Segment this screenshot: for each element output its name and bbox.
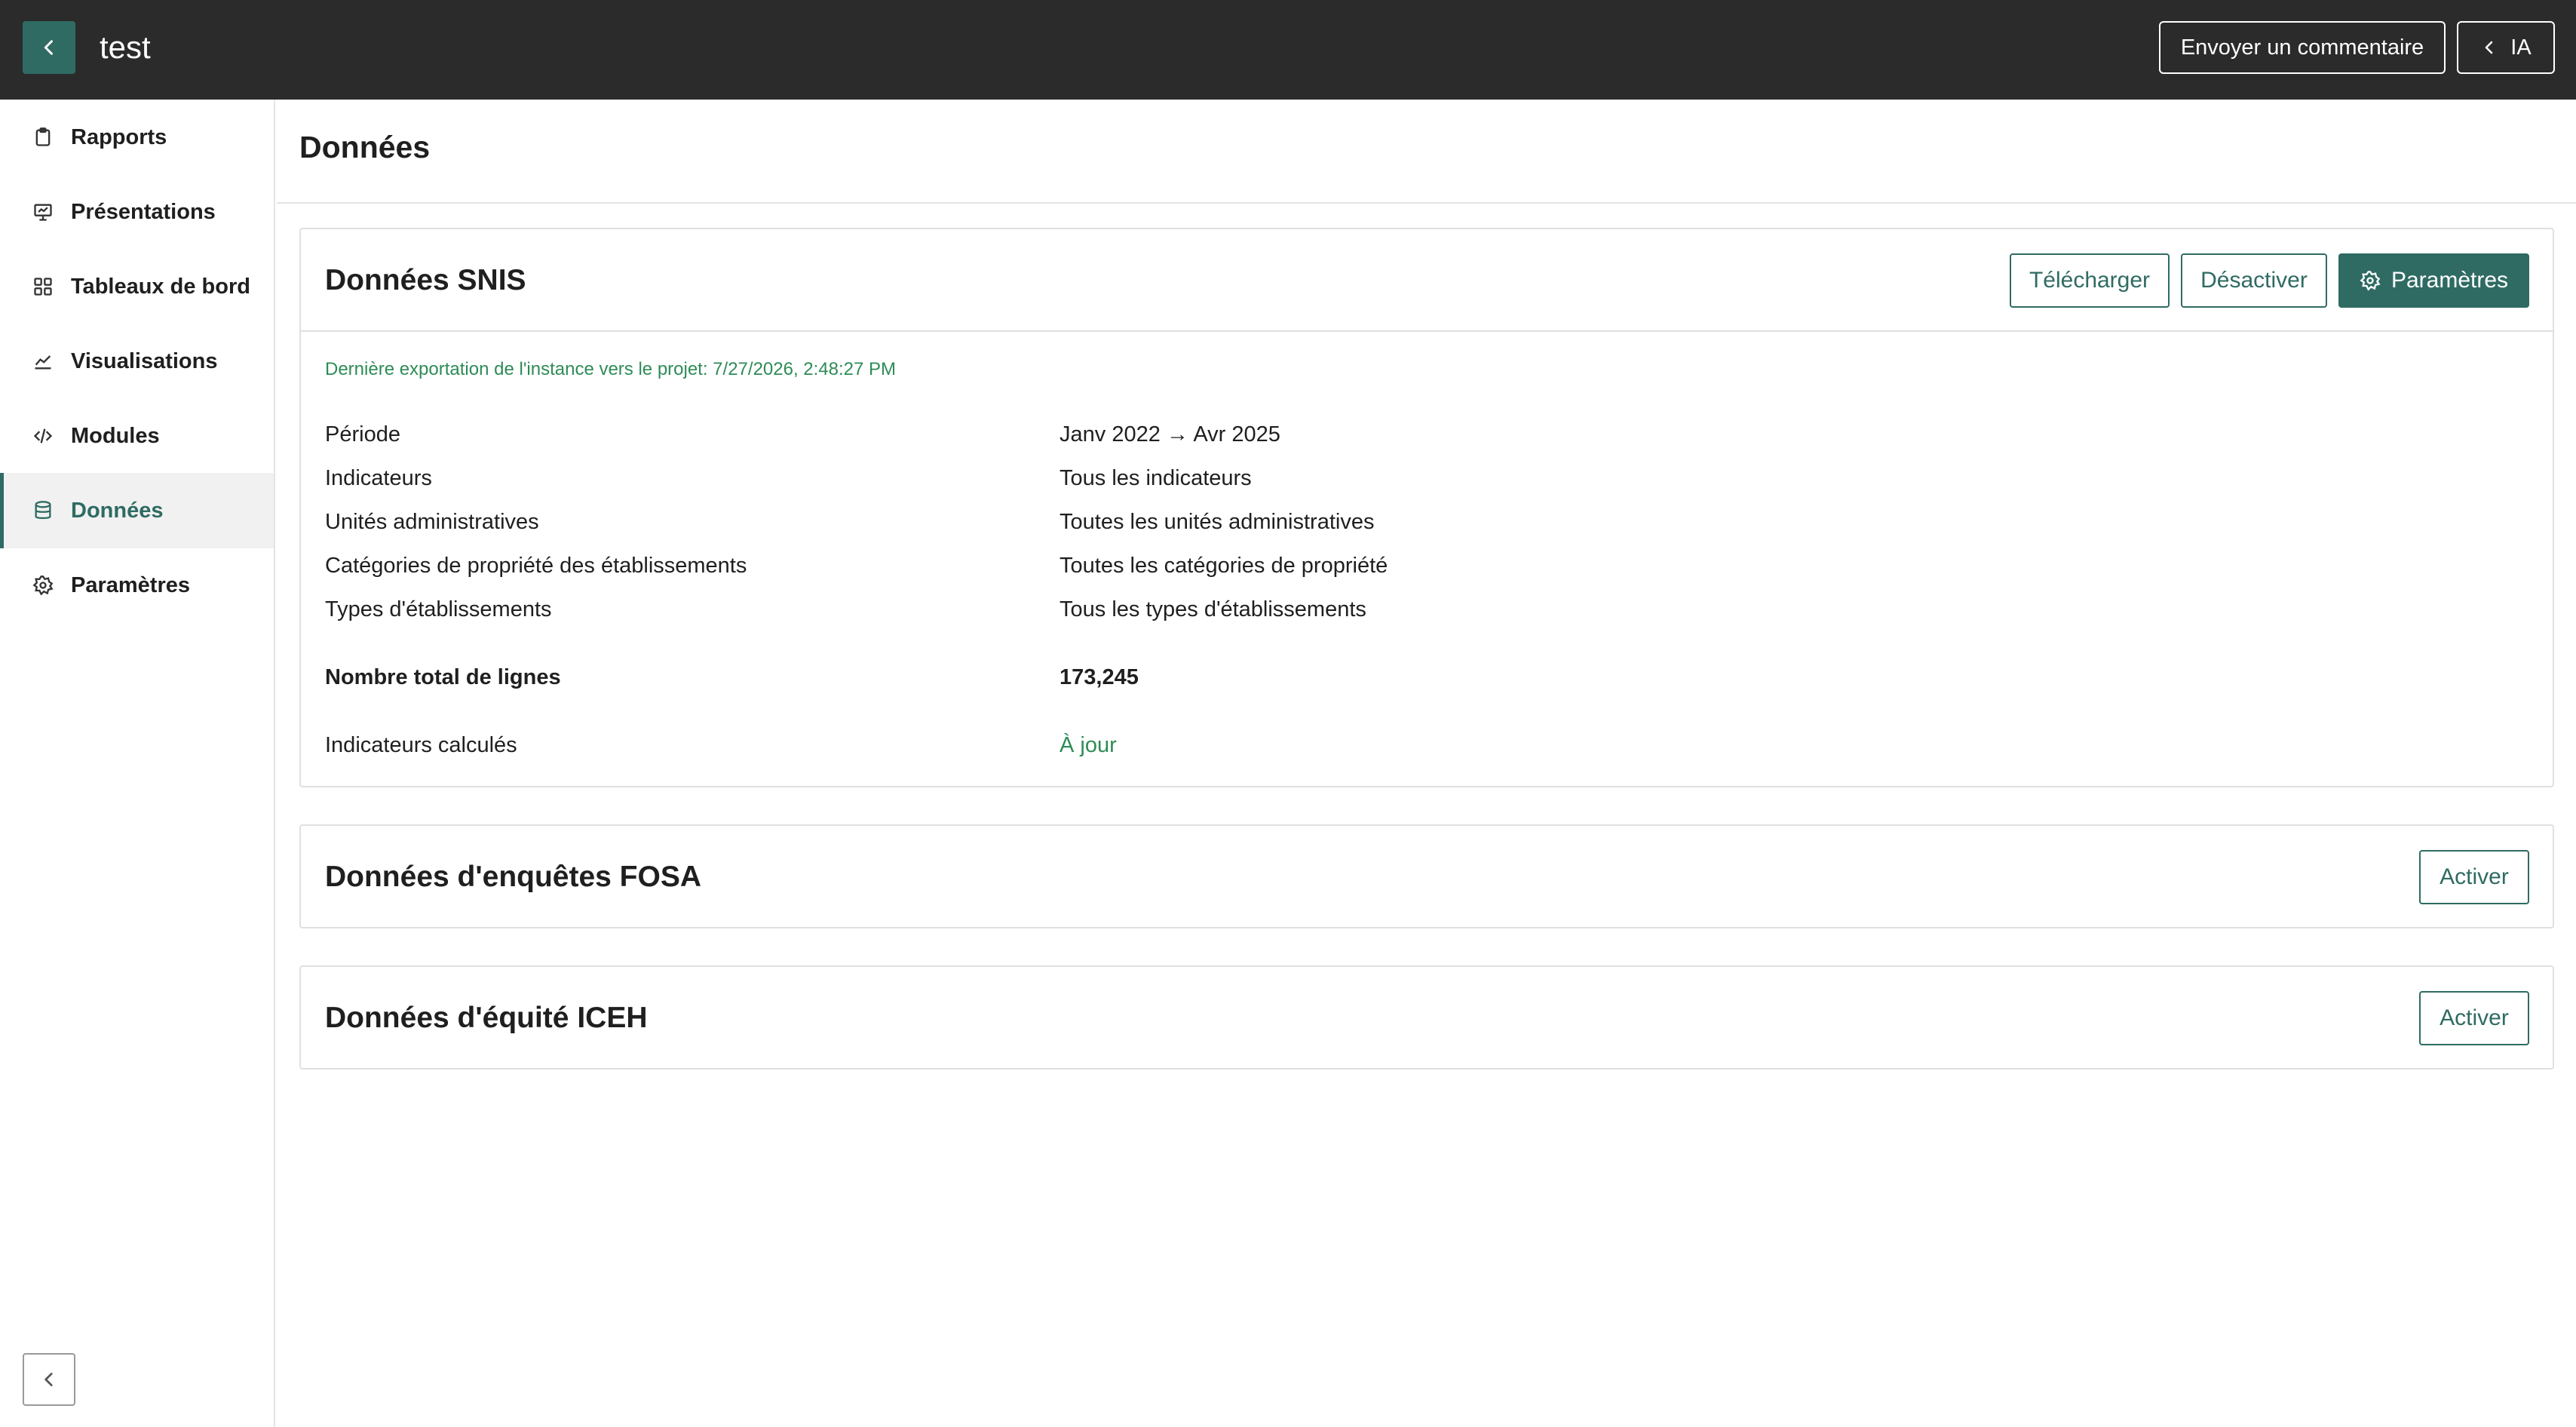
card-title: Données d'équité ICEH bbox=[325, 1002, 648, 1034]
card-title: Données d'enquêtes FOSA bbox=[325, 861, 702, 893]
send-feedback-button[interactable]: Envoyer un commentaire bbox=[2159, 21, 2446, 74]
sidebar: Rapports Présentations Tableaux de bord … bbox=[0, 100, 275, 1427]
info-value: 173,245 bbox=[1060, 665, 1139, 689]
sidebar-item-parametres[interactable]: Paramètres bbox=[0, 548, 274, 623]
info-value: Toutes les unités administratives bbox=[1060, 510, 1375, 534]
sidebar-item-label: Modules bbox=[71, 423, 160, 448]
gear-icon bbox=[2360, 271, 2381, 291]
sidebar-item-donnees[interactable]: Données bbox=[0, 473, 274, 548]
deactivate-button[interactable]: Désactiver bbox=[2181, 253, 2327, 308]
card-title: Données SNIS bbox=[325, 264, 526, 296]
iceh-data-card: Données d'équité ICEH Activer bbox=[299, 965, 2554, 1069]
chart-line-icon bbox=[30, 348, 56, 374]
sidebar-item-rapports[interactable]: Rapports bbox=[0, 100, 274, 175]
chevron-left-icon bbox=[2486, 41, 2493, 54]
sidebar-item-tableaux-de-bord[interactable]: Tableaux de bord bbox=[0, 249, 274, 324]
info-value: Janv 2022 → Avr 2025 bbox=[1060, 422, 1280, 447]
status-badge: À jour bbox=[1060, 733, 1117, 757]
sidebar-item-label: Tableaux de bord bbox=[71, 274, 250, 299]
info-label: Indicateurs calculés bbox=[325, 733, 517, 757]
card-header: Données d'équité ICEH Activer bbox=[301, 967, 2553, 1069]
chevron-left-icon bbox=[44, 1373, 53, 1386]
settings-label: Paramètres bbox=[2390, 268, 2509, 293]
info-value: Toutes les catégories de propriété bbox=[1060, 554, 1388, 578]
info-value: Tous les indicateurs bbox=[1060, 466, 1252, 490]
sidebar-item-presentations[interactable]: Présentations bbox=[0, 174, 274, 250]
collapse-sidebar-button[interactable] bbox=[23, 1353, 75, 1406]
page-title: Données bbox=[299, 130, 431, 164]
info-label: Catégories de propriété des établissemen… bbox=[325, 554, 747, 578]
top-bar: test Envoyer un commentaire IA bbox=[0, 0, 2576, 100]
download-button[interactable]: Télécharger bbox=[2010, 253, 2170, 308]
info-label: Unités administratives bbox=[325, 510, 539, 534]
info-row-indicateurs: Indicateurs Tous les indicateurs bbox=[325, 466, 2512, 496]
activate-button[interactable]: Activer bbox=[2419, 991, 2529, 1045]
info-row-categories-propriete: Catégories de propriété des établissemen… bbox=[325, 554, 2512, 584]
info-label: Nombre total de lignes bbox=[325, 665, 561, 689]
presentation-icon bbox=[30, 199, 56, 225]
sidebar-item-modules[interactable]: Modules bbox=[0, 398, 274, 474]
sidebar-item-label: Rapports bbox=[71, 124, 167, 149]
ai-panel-button[interactable]: IA bbox=[2457, 21, 2555, 74]
page-header: Données bbox=[277, 100, 2576, 204]
settings-button[interactable]: Paramètres bbox=[2338, 253, 2529, 308]
info-row-periode: Période Janv 2022 → Avr 2025 bbox=[325, 422, 2512, 453]
info-label: Types d'établissements bbox=[325, 597, 552, 621]
card-header: Données SNIS Télécharger Désactiver Para… bbox=[301, 229, 2553, 332]
sidebar-item-label: Paramètres bbox=[71, 572, 190, 597]
sidebar-item-visualisations[interactable]: Visualisations bbox=[0, 324, 274, 399]
info-label: Indicateurs bbox=[325, 466, 432, 490]
fosa-data-card: Données d'enquêtes FOSA Activer bbox=[299, 824, 2554, 928]
ai-label: IA bbox=[2510, 35, 2532, 60]
app-title: test bbox=[100, 29, 151, 65]
database-icon bbox=[30, 498, 56, 523]
info-value: Tous les types d'établissements bbox=[1060, 597, 1366, 621]
sidebar-item-label: Présentations bbox=[71, 199, 216, 224]
snis-data-card: Données SNIS Télécharger Désactiver Para… bbox=[299, 228, 2554, 787]
info-label: Période bbox=[325, 422, 400, 447]
activate-button[interactable]: Activer bbox=[2419, 850, 2529, 904]
dashboard-icon bbox=[30, 274, 56, 299]
info-row-types-etablissements: Types d'établissements Tous les types d'… bbox=[325, 597, 2512, 628]
info-row-indicateurs-calcules: Indicateurs calculés À jour bbox=[325, 733, 2512, 763]
sidebar-item-label: Données bbox=[71, 498, 164, 523]
back-button[interactable] bbox=[23, 21, 75, 74]
info-row-total-lignes: Nombre total de lignes 173,245 bbox=[325, 665, 2512, 695]
chevron-left-icon bbox=[44, 40, 53, 55]
clipboard-icon bbox=[30, 124, 56, 150]
sidebar-item-label: Visualisations bbox=[71, 348, 218, 373]
last-export-note: Dernière exportation de l'instance vers … bbox=[325, 359, 897, 379]
info-row-unites-administratives: Unités administratives Toutes les unités… bbox=[325, 510, 2512, 540]
gear-icon bbox=[30, 572, 56, 598]
card-header: Données d'enquêtes FOSA Activer bbox=[301, 826, 2553, 928]
code-icon bbox=[30, 423, 56, 449]
